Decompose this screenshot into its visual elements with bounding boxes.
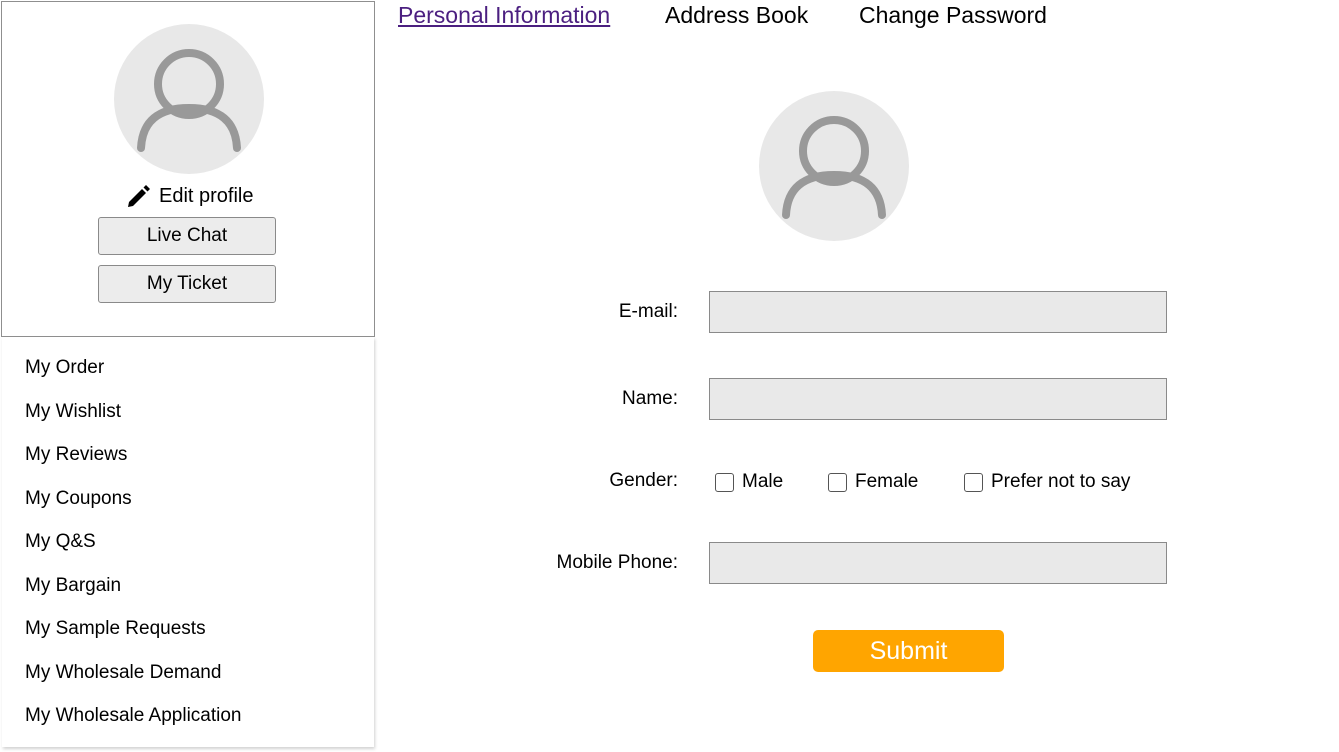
sidebar-item-my-wholesale-demand[interactable]: My Wholesale Demand [25, 661, 221, 685]
mobile-phone-field[interactable] [709, 542, 1167, 584]
tab-address-book[interactable]: Address Book [665, 1, 808, 29]
user-avatar-icon [782, 116, 886, 219]
profile-avatar[interactable] [759, 91, 909, 241]
sidebar-item-my-qs[interactable]: My Q&S [25, 530, 96, 554]
my-ticket-button[interactable]: My Ticket [98, 265, 276, 303]
sidebar-item-my-wholesale-application[interactable]: My Wholesale Application [25, 704, 242, 728]
sidebar-item-my-coupons[interactable]: My Coupons [25, 487, 132, 511]
gender-label: Gender: [609, 470, 678, 491]
edit-profile-label: Edit profile [159, 184, 254, 207]
mobile-phone-label: Mobile Phone: [556, 552, 678, 573]
checkbox-icon[interactable] [828, 472, 847, 492]
edit-profile-link[interactable]: Edit profile [126, 182, 254, 210]
sidebar-item-my-wishlist[interactable]: My Wishlist [25, 400, 121, 424]
gender-option-label: Prefer not to say [991, 471, 1131, 492]
gender-option-prefer-not-to-say[interactable]: Prefer not to say [964, 469, 1130, 495]
email-label: E-mail: [618, 301, 678, 322]
pencil-icon [128, 185, 150, 207]
checkbox-icon[interactable] [715, 472, 734, 492]
tab-personal-information[interactable]: Personal Information [398, 1, 610, 29]
sidebar-avatar [114, 24, 264, 174]
gender-option-label: Female [855, 471, 919, 492]
sidebar-item-my-order[interactable]: My Order [25, 356, 104, 380]
submit-button[interactable]: Submit [813, 630, 1004, 672]
gender-option-male[interactable]: Male [715, 469, 783, 495]
name-field[interactable] [709, 378, 1167, 420]
email-field[interactable] [709, 291, 1167, 333]
live-chat-button[interactable]: Live Chat [98, 217, 276, 255]
user-avatar-icon [137, 49, 241, 152]
profile-card: Edit profile Live Chat My Ticket [1, 1, 375, 337]
checkbox-icon[interactable] [964, 472, 983, 492]
name-label: Name: [622, 388, 678, 409]
tab-change-password[interactable]: Change Password [859, 1, 1047, 29]
gender-option-female[interactable]: Female [828, 469, 918, 495]
sidebar-item-my-reviews[interactable]: My Reviews [25, 443, 127, 467]
sidebar-item-my-sample-requests[interactable]: My Sample Requests [25, 617, 206, 641]
sidebar-menu: My Order My Wishlist My Reviews My Coupo… [2, 337, 374, 747]
sidebar-item-my-bargain[interactable]: My Bargain [25, 574, 121, 598]
gender-option-label: Male [742, 471, 784, 492]
